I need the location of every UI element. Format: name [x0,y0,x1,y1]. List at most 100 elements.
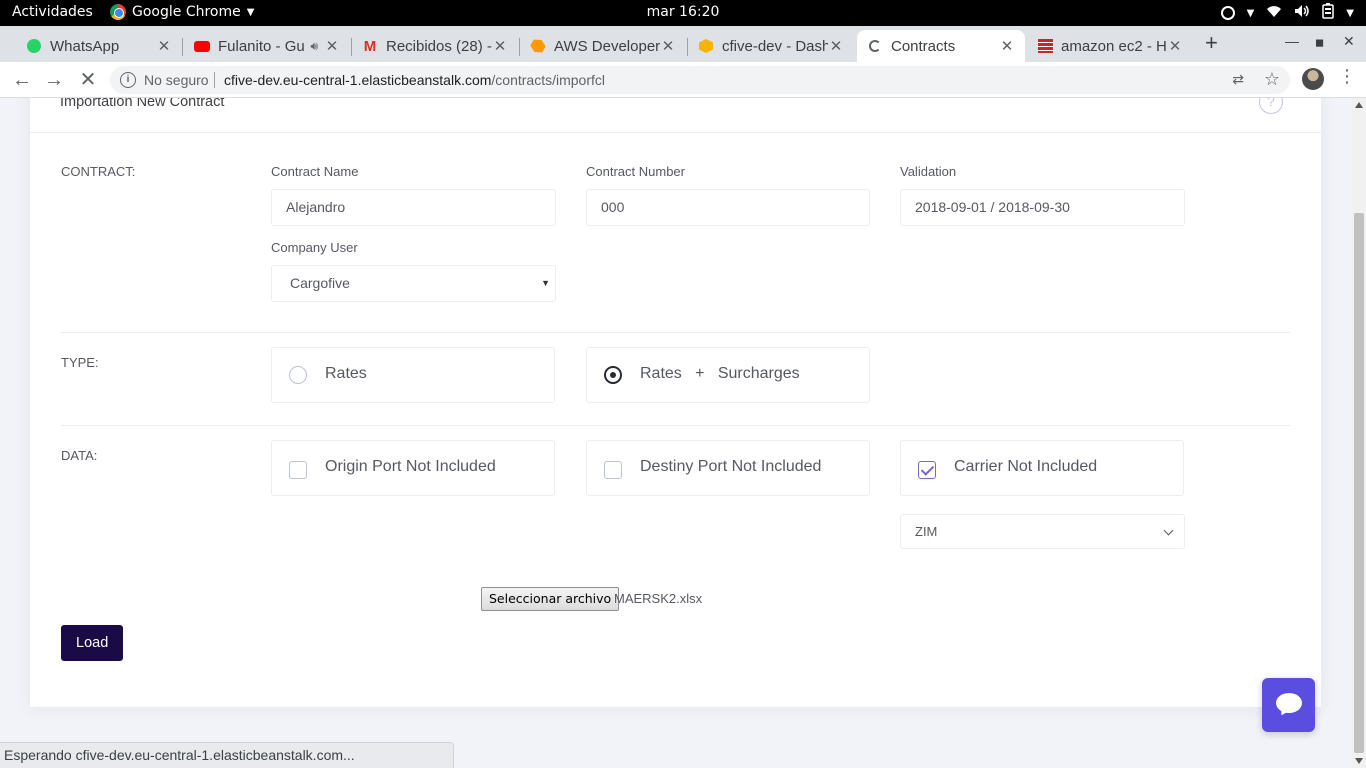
tab-title: Contracts [891,37,956,55]
caret-down-icon: ▼ [1346,7,1354,19]
chrome-icon [110,4,126,20]
loading-spinner-icon [867,38,883,54]
close-icon[interactable]: ✕ [156,37,172,55]
data-option-carrier[interactable]: Carrier Not Included [900,440,1184,496]
security-label[interactable]: No seguro [144,72,209,88]
dropdown-arrow-icon: ▼ [541,278,550,288]
contract-number-input[interactable]: 000 [586,189,870,226]
tab-contracts[interactable]: Contracts ✕ [857,30,1025,62]
activities-button[interactable]: Actividades [12,4,93,20]
card-header: Importation New Contract ? [30,98,1321,133]
system-tray[interactable]: ▼ ▼ [1220,3,1354,23]
selected-file-name: MAERSK2.xlsx [614,591,703,606]
scrollbar-thumb[interactable] [1354,213,1364,753]
aws-icon [530,38,546,54]
menu-kebab-icon[interactable]: ⋮ [1338,66,1356,87]
radio-button[interactable] [289,366,307,384]
option-label: Origin Port Not Included [325,458,496,475]
company-user-select[interactable]: Cargofive ▼ [271,265,556,302]
forward-arrow-icon[interactable]: → [42,68,66,92]
translate-icon[interactable]: ⇄ [1232,71,1244,88]
wifi-icon [1266,4,1282,22]
help-icon[interactable]: ? [1259,98,1283,114]
close-icon[interactable]: ✕ [828,37,844,55]
back-arrow-icon[interactable]: ← [10,68,34,92]
page-viewport: Importation New Contract ? CONTRACT: Con… [0,98,1352,768]
url-text[interactable]: cfive-dev.eu-central-1.elasticbeanstalk.… [224,72,605,88]
data-option-destiny-port[interactable]: Destiny Port Not Included [586,440,870,496]
scroll-up-icon[interactable] [1355,102,1363,108]
checkbox-checked[interactable] [918,461,936,479]
contract-number-label: Contract Number [586,164,685,179]
scroll-down-icon[interactable] [1355,758,1363,764]
youtube-icon [194,38,210,54]
app-name: Google Chrome [132,4,241,20]
close-window-icon[interactable]: ✕ [1343,33,1355,50]
validation-label: Validation [900,164,957,179]
radio-button-selected[interactable] [604,366,622,384]
carrier-value: ZIM [915,524,938,539]
close-icon[interactable]: ✕ [1167,37,1183,55]
caret-down-icon: ▼ [246,6,255,18]
chevron-down-icon [1163,525,1174,536]
bookmark-star-icon[interactable]: ☆ [1264,69,1280,90]
contract-name-label: Contract Name [271,164,359,179]
option-label: Rates + Surcharges [640,365,800,382]
close-icon[interactable]: ✕ [492,37,508,55]
tab-strip: WhatsApp ✕ Fulanito - Gu 🔊︎ ✕ M Recibido… [0,26,1366,62]
new-tab-button[interactable]: + [1205,30,1218,56]
address-bar[interactable]: i No seguro cfive-dev.eu-central-1.elast… [110,66,1290,94]
stop-loading-icon[interactable]: ✕ [76,68,100,92]
data-option-origin-port[interactable]: Origin Port Not Included [271,440,555,496]
tab-title: Recibidos (28) - [386,37,492,55]
option-label: Carrier Not Included [954,458,1098,475]
tab-title: amazon ec2 - H [1061,37,1167,55]
profile-avatar[interactable] [1302,68,1324,90]
close-icon[interactable]: ✕ [324,37,340,55]
tab-separator [182,38,183,56]
close-icon[interactable]: ✕ [660,37,676,55]
tab-whatsapp[interactable]: WhatsApp ✕ [16,30,182,62]
page-scrollbar[interactable] [1352,98,1366,768]
tab-title: WhatsApp [50,37,120,55]
tab-youtube[interactable]: Fulanito - Gu 🔊︎ ✕ [184,30,350,62]
company-user-value: Cargofive [290,275,350,291]
tab-title: AWS Developer [554,37,660,55]
tab-gmail[interactable]: M Recibidos (28) - ✕ [352,30,518,62]
battery-icon [1322,3,1335,23]
data-section-label: DATA: [61,448,98,463]
section-divider [61,425,1290,426]
elastic-beanstalk-icon [698,38,714,54]
info-icon[interactable]: i [120,72,136,88]
audio-playing-icon[interactable]: 🔊︎ [310,39,318,54]
contract-section-label: CONTRACT: [61,164,136,179]
browser-status-bar: Esperando cfive-dev.eu-central-1.elastic… [0,742,454,768]
tab-elastic-beanstalk[interactable]: cfive-dev - Dash ✕ [688,30,854,62]
checkbox[interactable] [289,461,307,479]
caret-down-icon: ▼ [1246,7,1255,19]
checkbox[interactable] [604,461,622,479]
type-option-rates-surcharges[interactable]: Rates + Surcharges [586,347,870,403]
card-title: Importation New Contract [60,98,225,110]
maximize-icon[interactable]: ◼ [1315,36,1324,49]
tab-stackoverflow[interactable]: amazon ec2 - H ✕ [1027,30,1193,62]
minimize-icon[interactable]: — [1285,33,1299,49]
carrier-select[interactable]: ZIM [900,514,1185,549]
type-section-label: TYPE: [61,355,99,370]
validation-date-range-input[interactable]: 2018-09-01 / 2018-09-30 [900,189,1185,226]
load-button[interactable]: Load [61,625,124,661]
choose-file-button[interactable]: Seleccionar archivo [481,587,620,611]
contract-name-input[interactable]: Alejandro [271,189,556,226]
whatsapp-icon [26,38,42,54]
type-option-rates[interactable]: Rates [271,347,555,403]
chat-widget-button[interactable] [1262,678,1315,732]
section-divider [61,332,1290,333]
tab-aws[interactable]: AWS Developer ✕ [520,30,686,62]
gmail-icon: M [363,37,377,55]
divider [214,72,215,88]
company-user-label: Company User [271,240,358,255]
close-icon[interactable]: ✕ [999,37,1015,55]
browser-toolbar: ← → ✕ i No seguro cfive-dev.eu-central-1… [0,62,1366,98]
app-menu[interactable]: Google Chrome ▼ [110,4,254,20]
url-path: /contracts/imporfcl [491,72,606,88]
